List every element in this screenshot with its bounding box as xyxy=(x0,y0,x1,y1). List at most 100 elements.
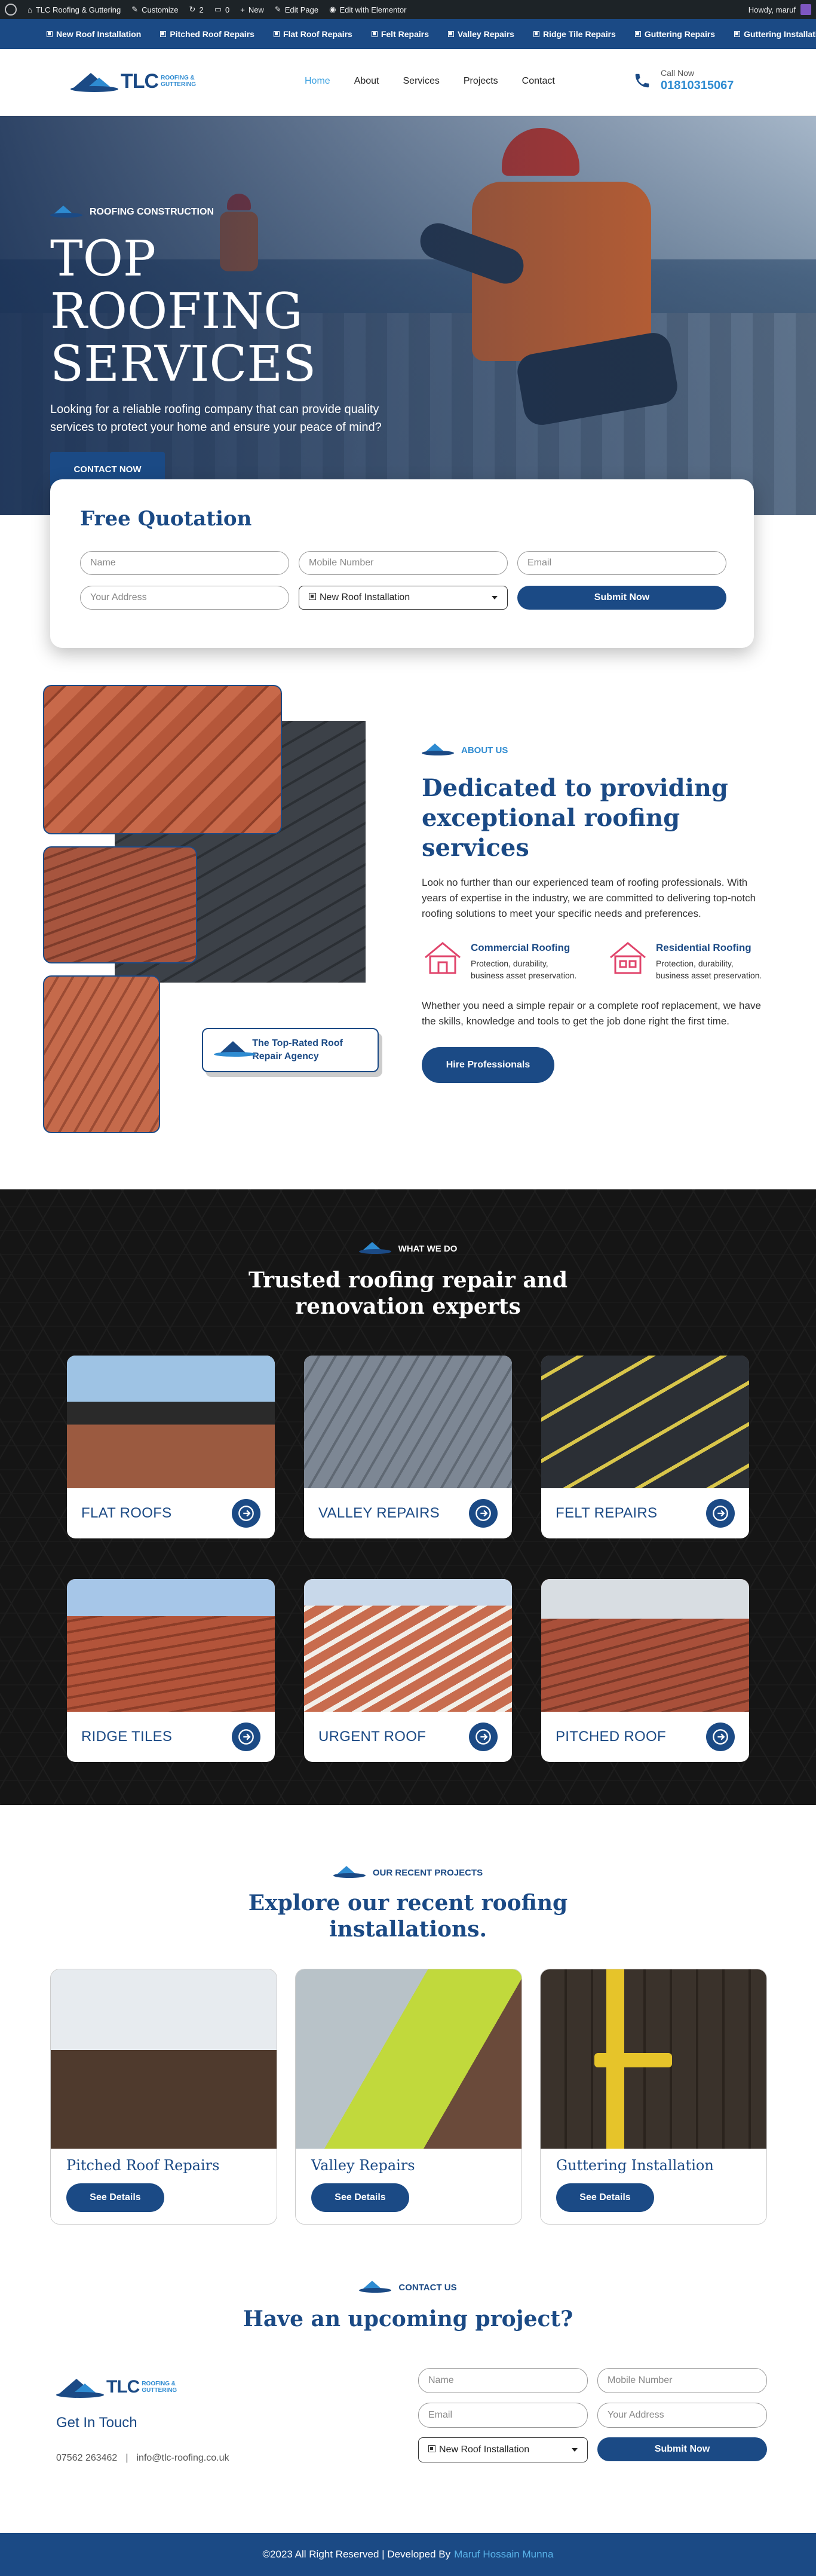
service-card-pitched-roof[interactable]: PITCHED ROOF xyxy=(541,1579,749,1762)
contact-info: TLC ROOFING & GUTTERING Get In Touch 0756… xyxy=(56,2374,355,2464)
service-strip: New Roof Installation Pitched Roof Repai… xyxy=(0,19,816,49)
strip-item-label: Ridge Tile Repairs xyxy=(542,29,616,39)
edit-elementor-link[interactable]: ◉ Edit with Elementor xyxy=(329,5,406,14)
strip-item-label: Felt Repairs xyxy=(381,29,429,39)
service-card-ridge-tiles[interactable]: RIDGE TILES xyxy=(67,1579,275,1762)
see-details-button[interactable]: See Details xyxy=(556,2183,654,2212)
logo-subtext: ROOFING & GUTTERING xyxy=(142,2381,177,2394)
email-input[interactable]: Email xyxy=(517,551,726,575)
see-details-button[interactable]: See Details xyxy=(66,2183,164,2212)
projects-eyebrow: OUR RECENT PROJECTS xyxy=(0,1866,816,1879)
quote-title: Free Quotation xyxy=(80,507,252,531)
checkbox-icon xyxy=(273,31,280,37)
strip-item-label: New Roof Installation xyxy=(56,29,142,39)
strip-item[interactable]: New Roof Installation xyxy=(47,29,141,39)
contact-phone[interactable]: 07562 263462 xyxy=(56,2453,117,2464)
checkbox-icon xyxy=(309,593,316,600)
nav-home[interactable]: Home xyxy=(305,76,330,87)
new-label: New xyxy=(248,5,264,14)
checkbox-icon xyxy=(634,31,641,37)
service-name: RIDGE TILES xyxy=(81,1728,173,1745)
projects-title-line2: installations. xyxy=(329,1917,487,1942)
service-card-flat-roofs[interactable]: FLAT ROOFS xyxy=(67,1356,275,1538)
updates-link[interactable]: ↻ 2 xyxy=(189,5,204,14)
projects-eyebrow-text: OUR RECENT PROJECTS xyxy=(372,1867,483,1878)
service-select[interactable]: New Roof Installation xyxy=(299,586,508,610)
checkbox-icon xyxy=(371,31,378,37)
submit-now-button[interactable]: Submit Now xyxy=(517,586,726,610)
hero-title: TOP ROOFING SERVICES xyxy=(50,233,421,391)
about-lead: Look no further than our experienced tea… xyxy=(422,877,756,919)
call-label: Call Now xyxy=(661,68,695,78)
strip-item[interactable]: Ridge Tile Repairs xyxy=(533,29,616,39)
nav-contact[interactable]: Contact xyxy=(522,76,555,87)
hero-title-line1: TOP ROOFING xyxy=(50,231,303,340)
wp-logo-menu[interactable] xyxy=(5,4,17,16)
services-title-line1: Trusted roofing repair and xyxy=(248,1268,568,1293)
strip-item[interactable]: Guttering Installation xyxy=(734,29,816,39)
contact-email[interactable]: info@tlc-roofing.co.uk xyxy=(136,2453,229,2464)
service-card-urgent-roof[interactable]: URGENT ROOF xyxy=(304,1579,512,1762)
arrow-right-icon[interactable] xyxy=(232,1723,260,1751)
arrow-right-icon[interactable] xyxy=(469,1723,498,1751)
mobile-input[interactable]: Mobile Number xyxy=(299,551,508,575)
services-eyebrow-text: WHAT WE DO xyxy=(398,1243,458,1254)
wordpress-icon xyxy=(5,4,17,16)
arrow-right-icon[interactable] xyxy=(706,1499,735,1528)
arrow-right-icon[interactable] xyxy=(232,1499,260,1528)
service-card-felt-repairs[interactable]: FELT REPAIRS xyxy=(541,1356,749,1538)
strip-item[interactable]: Valley Repairs xyxy=(447,29,514,39)
site-header: TLC ROOFING & GUTTERING Home About Servic… xyxy=(0,49,816,116)
nav-about[interactable]: About xyxy=(354,76,379,87)
strip-item[interactable]: Felt Repairs xyxy=(371,29,429,39)
customize-link[interactable]: ✎ Customize xyxy=(131,5,178,14)
footer-author-link[interactable]: Maruf Hossain Munna xyxy=(454,2549,553,2560)
see-details-button[interactable]: See Details xyxy=(311,2183,409,2212)
edit-page-link[interactable]: ✎ Edit Page xyxy=(275,5,318,14)
service-image xyxy=(541,1579,749,1712)
contact-address-input[interactable]: Your Address xyxy=(597,2403,767,2428)
commercial-roofing-icon xyxy=(422,940,464,975)
arrow-right-icon[interactable] xyxy=(706,1723,735,1751)
name-input[interactable]: Name xyxy=(80,551,289,575)
phone-icon xyxy=(633,72,651,90)
hero-text: Looking for a reliable roofing company t… xyxy=(50,403,382,434)
contact-email-input[interactable]: Email xyxy=(418,2403,588,2428)
call-now[interactable]: Call Now 01810315067 xyxy=(633,68,734,93)
project-title: Guttering Installation xyxy=(556,2157,714,2174)
feature-title: Residential Roofing xyxy=(656,942,751,953)
service-card-valley-repairs[interactable]: VALLEY REPAIRS xyxy=(304,1356,512,1538)
address-input[interactable]: Your Address xyxy=(80,586,289,610)
call-number[interactable]: 01810315067 xyxy=(661,79,734,93)
strip-item-label: Pitched Roof Repairs xyxy=(170,29,254,39)
contact-submit-button[interactable]: Submit Now xyxy=(597,2437,767,2461)
strip-item[interactable]: Pitched Roof Repairs xyxy=(160,29,254,39)
new-content-link[interactable]: + New xyxy=(240,5,264,14)
nav-services[interactable]: Services xyxy=(403,76,440,87)
about-title: Dedicated to providing exceptional roofi… xyxy=(422,774,728,862)
contact-mobile-input[interactable]: Mobile Number xyxy=(597,2368,767,2393)
site-logo[interactable]: TLC ROOFING & GUTTERING xyxy=(70,68,196,94)
contact-name-input[interactable]: Name xyxy=(418,2368,588,2393)
service-select-label: New Roof Installation xyxy=(439,2445,530,2455)
nav-projects[interactable]: Projects xyxy=(464,76,498,87)
roof-logo-icon xyxy=(422,744,454,757)
top-rated-badge: The Top-Rated Roof Repair Agency xyxy=(202,1028,379,1072)
logo-text: TLC xyxy=(106,2377,140,2397)
comments-link[interactable]: ▭ 0 xyxy=(214,5,230,14)
arrow-right-icon[interactable] xyxy=(469,1499,498,1528)
contact-service-select[interactable]: New Roof Installation xyxy=(418,2437,588,2462)
hero-eyebrow: ROOFING CONSTRUCTION xyxy=(50,206,421,219)
footer-logo[interactable]: TLC ROOFING & GUTTERING xyxy=(56,2374,355,2400)
hire-professionals-button[interactable]: Hire Professionals xyxy=(422,1047,554,1083)
site-name-link[interactable]: ⌂ TLC Roofing & Guttering xyxy=(27,5,121,14)
strip-item[interactable]: Flat Roof Repairs xyxy=(273,29,352,39)
account-menu[interactable]: Howdy, maruf xyxy=(748,4,811,15)
about-section: ABOUT US Dedicated to providing exceptio… xyxy=(422,744,768,1083)
comments-count: 0 xyxy=(225,5,230,14)
hero-title-line2: SERVICES xyxy=(50,336,317,393)
feature-residential: Residential Roofing Protection, durabili… xyxy=(607,940,768,981)
hero-eyebrow-text: ROOFING CONSTRUCTION xyxy=(90,207,214,217)
strip-item[interactable]: Guttering Repairs xyxy=(634,29,715,39)
service-name: URGENT ROOF xyxy=(318,1728,427,1745)
